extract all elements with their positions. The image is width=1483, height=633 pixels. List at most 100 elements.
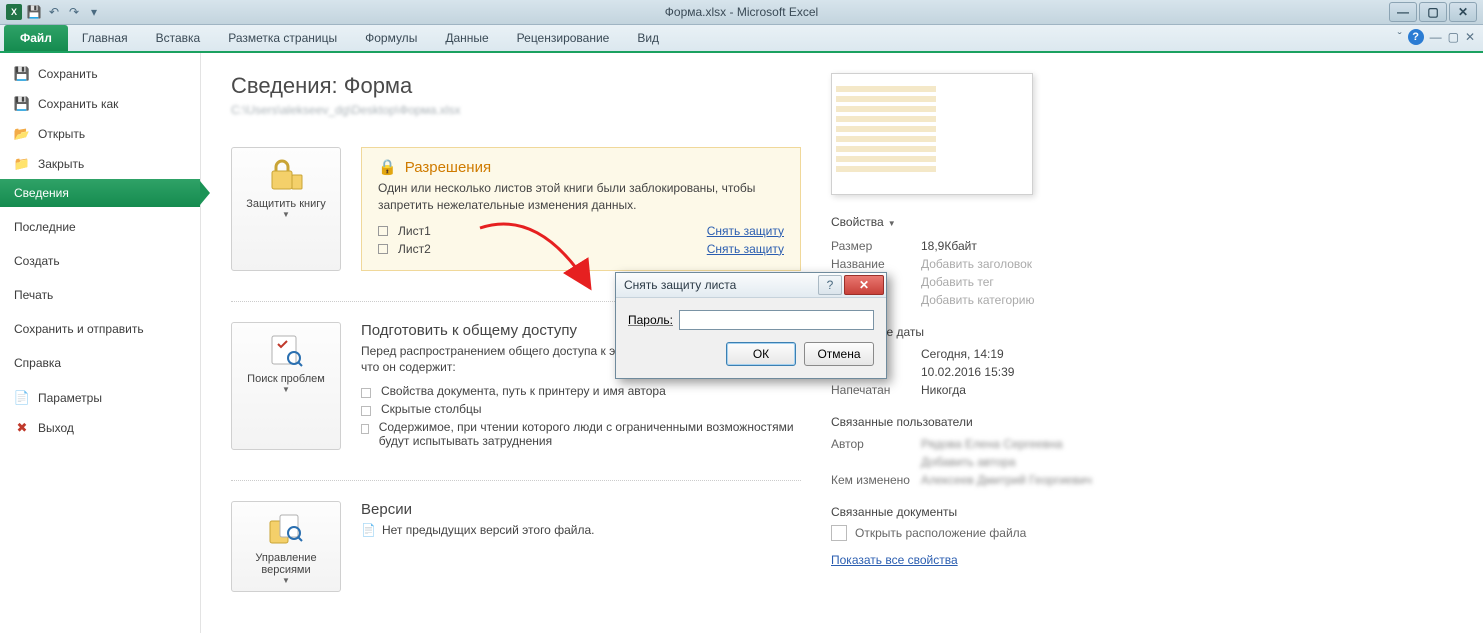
page-title: Сведения: Форма: [231, 73, 801, 99]
prop-key: Напечатан: [831, 383, 921, 397]
permissions-text: Один или несколько листов этой книги был…: [378, 180, 784, 214]
show-all-properties-link[interactable]: Показать все свойства: [831, 553, 958, 567]
help-icon[interactable]: ?: [1408, 29, 1424, 45]
prop-value: 18,9Кбайт: [921, 239, 977, 253]
properties-label: Свойства: [831, 215, 884, 229]
dialog-title-text: Снять защиту листа: [624, 278, 736, 292]
sidebar-save[interactable]: 💾 Сохранить: [0, 59, 200, 89]
document-thumbnail[interactable]: [831, 73, 1033, 195]
dialog-close-button[interactable]: ✕: [844, 275, 884, 295]
sidebar-new[interactable]: Создать: [0, 247, 200, 275]
cancel-button[interactable]: Отмена: [804, 342, 874, 366]
close-button[interactable]: ✕: [1449, 2, 1477, 22]
chevron-down-icon: ▼: [236, 576, 336, 585]
ok-button[interactable]: ОК: [726, 342, 796, 366]
sheet-name: Лист1: [398, 224, 707, 238]
undo-icon[interactable]: ↶: [46, 4, 62, 20]
related-dates-heading: Связанные даты: [831, 325, 1473, 339]
sidebar-help[interactable]: Справка: [0, 349, 200, 377]
tab-insert[interactable]: Вставка: [142, 25, 215, 51]
manage-versions-button[interactable]: Управление версиями ▼: [231, 501, 341, 592]
save-as-icon: 💾: [14, 96, 30, 112]
file-path: C:\Users\alekseev_dg\Desktop\Форма.xlsx: [231, 103, 801, 117]
sidebar-print[interactable]: Печать: [0, 281, 200, 309]
maximize-button[interactable]: ▢: [1419, 2, 1447, 22]
qat-dropdown-icon[interactable]: ▾: [86, 4, 102, 20]
workbook-minimize-icon[interactable]: —: [1430, 30, 1442, 44]
versions-icon: [236, 510, 336, 548]
password-input[interactable]: [679, 310, 874, 330]
item-text: Содержимое, при чтении которого люди с о…: [379, 420, 801, 448]
sidebar-label: Сохранить: [38, 67, 98, 81]
prepare-item: Скрытые столбцы: [361, 400, 801, 418]
workbook-restore-icon[interactable]: ▢: [1448, 30, 1459, 44]
chevron-down-icon: ▼: [236, 385, 336, 394]
prop-key: Автор: [831, 437, 921, 451]
prop-value: 10.02.2016 15:39: [921, 365, 1014, 379]
properties-dropdown[interactable]: Свойства▼: [831, 215, 1473, 229]
sidebar-exit[interactable]: ✖Выход: [0, 413, 200, 443]
sidebar-recent[interactable]: Последние: [0, 213, 200, 241]
close-icon: 📁: [14, 156, 30, 172]
related-users-heading: Связанные пользователи: [831, 415, 1473, 429]
bullet-icon: [361, 406, 371, 416]
permissions-title: 🔒 Разрешения: [378, 158, 784, 176]
button-label: Управление версиями: [236, 552, 336, 576]
add-author-link[interactable]: Добавить автора: [921, 455, 1016, 469]
tab-formulas[interactable]: Формулы: [351, 25, 431, 51]
tab-review[interactable]: Рецензирование: [503, 25, 624, 51]
redo-icon[interactable]: ↷: [66, 4, 82, 20]
prepare-item: Свойства документа, путь к принтеру и им…: [361, 382, 801, 400]
check-issues-button[interactable]: Поиск проблем ▼: [231, 322, 341, 451]
prop-value-placeholder[interactable]: Добавить тег: [921, 275, 994, 289]
minimize-button[interactable]: —: [1389, 2, 1417, 22]
dialog-titlebar[interactable]: Снять защиту листа ? ✕: [616, 273, 886, 298]
unprotect-link[interactable]: Снять защиту: [707, 224, 784, 238]
tab-data[interactable]: Данные: [431, 25, 502, 51]
title-text: Разрешения: [405, 159, 491, 176]
sidebar-close[interactable]: 📁Закрыть: [0, 149, 200, 179]
save-icon: 💾: [14, 66, 30, 82]
item-text: Скрытые столбцы: [381, 402, 482, 416]
exit-icon: ✖: [14, 420, 30, 436]
prop-value-placeholder[interactable]: Добавить категорию: [921, 293, 1035, 307]
protect-workbook-button[interactable]: Защитить книгу ▼: [231, 147, 341, 271]
sidebar-label: Параметры: [38, 391, 102, 405]
prop-value: Сегодня, 14:19: [921, 347, 1004, 361]
chevron-down-icon: ▼: [236, 210, 336, 219]
bullet-icon: [361, 388, 371, 398]
sidebar-save-send[interactable]: Сохранить и отправить: [0, 315, 200, 343]
bullet-icon: [378, 226, 388, 236]
versions-text: 📄Нет предыдущих версий этого файла.: [361, 522, 801, 539]
sidebar-options[interactable]: 📄 Параметры: [0, 383, 200, 413]
workbook-close-icon[interactable]: ✕: [1465, 30, 1475, 44]
tab-file[interactable]: Файл: [4, 25, 68, 51]
bullet-icon: [378, 244, 388, 254]
sidebar-label: Сохранить и отправить: [14, 322, 144, 336]
sidebar-save-as[interactable]: 💾Сохранить как: [0, 89, 200, 119]
sidebar-open[interactable]: 📂Открыть: [0, 119, 200, 149]
prop-value: Алексеев Дмитрий Георгиевич: [921, 473, 1092, 487]
prop-value: Никогда: [921, 383, 966, 397]
tab-page-layout[interactable]: Разметка страницы: [214, 25, 351, 51]
prepare-item: Содержимое, при чтении которого люди с о…: [361, 418, 801, 450]
sidebar-info[interactable]: Сведения: [0, 179, 200, 207]
inspect-icon: [236, 331, 336, 369]
button-label: Защитить книгу: [236, 198, 336, 210]
window-title: Форма.xlsx - Microsoft Excel: [665, 5, 818, 19]
tab-view[interactable]: Вид: [623, 25, 673, 51]
ribbon-tabs: Файл Главная Вставка Разметка страницы Ф…: [0, 25, 1483, 53]
options-icon: 📄: [14, 390, 30, 406]
tab-home[interactable]: Главная: [68, 25, 142, 51]
unprotect-link[interactable]: Снять защиту: [707, 242, 784, 256]
lock-small-icon: 🔒: [378, 158, 397, 176]
lock-icon: [236, 156, 336, 194]
save-icon[interactable]: 💾: [26, 4, 42, 20]
prop-value-placeholder[interactable]: Добавить заголовок: [921, 257, 1032, 271]
password-label: Пароль:: [628, 313, 673, 327]
sidebar-label: Печать: [14, 288, 53, 302]
open-file-location[interactable]: Открыть расположение файла: [831, 525, 1473, 541]
protected-sheet-row: Лист2 Снять защиту: [378, 240, 784, 258]
ribbon-minimize-icon[interactable]: ˇ: [1398, 30, 1402, 44]
dialog-help-button[interactable]: ?: [818, 275, 842, 295]
